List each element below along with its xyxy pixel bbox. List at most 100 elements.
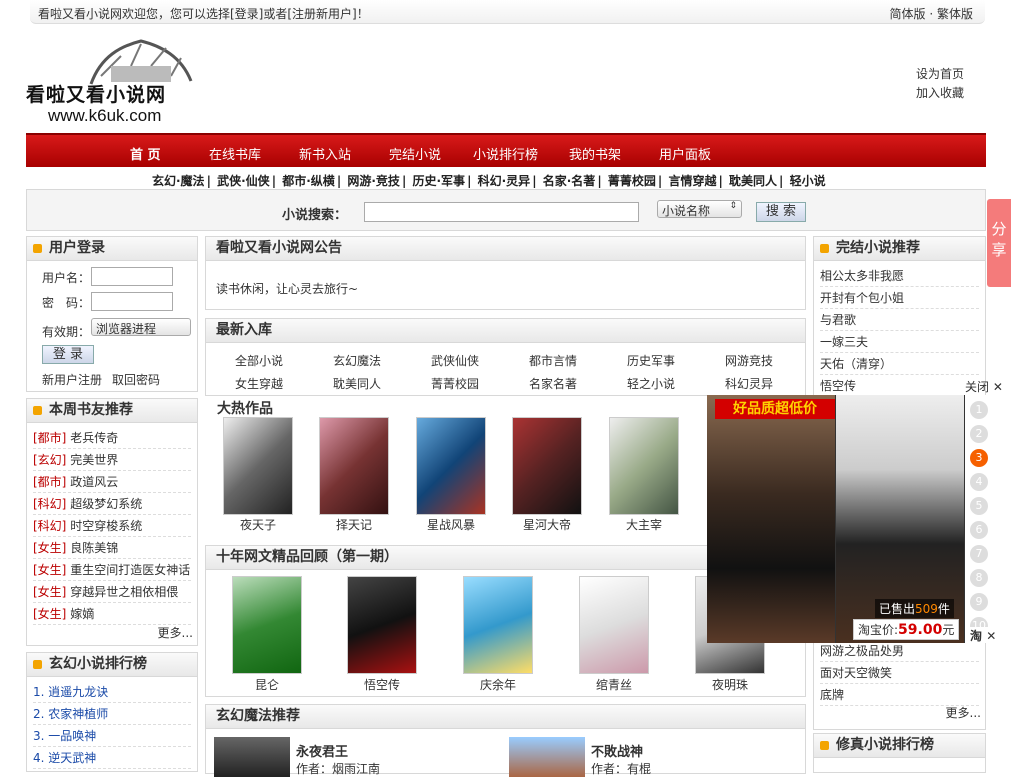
ad-page-dot[interactable]: 2 [970, 425, 988, 443]
book-title[interactable]: 夜明珠 [685, 676, 775, 693]
expire-select[interactable]: 浏览器进程 [91, 318, 191, 336]
book-cover[interactable] [416, 417, 486, 515]
book-cover[interactable] [512, 417, 582, 515]
book-cover[interactable] [579, 576, 649, 674]
list-item[interactable]: [女生] 嫁嫡 [33, 603, 191, 625]
book-title[interactable]: 庆余年 [453, 676, 543, 693]
subnav-item[interactable]: 玄幻·魔法 [152, 174, 205, 188]
book-title[interactable]: 良陈美锦 [70, 541, 118, 555]
book-title[interactable]: 大主宰 [599, 516, 689, 533]
book-title[interactable]: 时空穿梭系统 [70, 519, 142, 533]
book-cover[interactable] [347, 576, 417, 674]
book-title[interactable]: 超级梦幻系统 [70, 497, 142, 511]
book-cover[interactable] [223, 417, 293, 515]
welcome-text[interactable]: 看啦又看小说网欢迎您，您可以选择[登录]或者[注册新用户]！ [38, 5, 369, 22]
ad-page-dot[interactable]: 5 [970, 497, 988, 515]
nav-bookshelf[interactable]: 我的书架 [569, 144, 621, 163]
subnav-item[interactable]: 历史·军事 [413, 174, 466, 188]
category-link[interactable]: 都市言情 [504, 352, 602, 369]
book-title[interactable]: 不敗战神 [591, 741, 643, 760]
book-cover[interactable] [609, 417, 679, 515]
ad-page-dot[interactable]: 6 [970, 521, 988, 539]
search-type-select[interactable]: 小说名称 ⇕ [657, 200, 742, 218]
nav-library[interactable]: 在线书库 [209, 144, 261, 163]
category-link[interactable]: 科幻灵异 [700, 375, 798, 392]
list-item[interactable]: [女生] 重生空间打造医女神话 [33, 559, 191, 581]
book-title[interactable]: 夜天子 [213, 516, 303, 533]
nav-ranking[interactable]: 小说排行榜 [473, 144, 538, 163]
rank-item[interactable]: 4. 逆天武神 [33, 747, 191, 769]
rank-item[interactable]: 3. 一品唤神 [33, 725, 191, 747]
list-item[interactable]: 相公太多非我愿 [820, 265, 979, 287]
ad-page-dot[interactable]: 4 [970, 473, 988, 491]
book-title[interactable]: 老兵传奇 [70, 431, 118, 445]
more-link[interactable]: 更多... [158, 624, 193, 641]
list-item[interactable]: 网游之极品处男 [820, 640, 979, 662]
category-link[interactable]: 网游竞技 [700, 352, 798, 369]
subnav-item[interactable]: 武侠·仙侠 [217, 174, 270, 188]
book-title[interactable]: 绾青丝 [569, 676, 659, 693]
search-button[interactable]: 搜 索 [756, 202, 806, 222]
close-icon[interactable]: ✕ [986, 629, 996, 643]
book-cover[interactable] [232, 576, 302, 674]
login-button[interactable]: 登 录 [42, 345, 94, 364]
forgot-password-link[interactable]: 取回密码 [112, 371, 160, 388]
category-link[interactable]: 耽美同人 [308, 375, 406, 392]
more-link[interactable]: 更多... [946, 704, 981, 721]
subnav-item[interactable]: 耽美同人 [729, 174, 777, 188]
subnav-item[interactable]: 轻小说 [790, 174, 826, 188]
list-item[interactable]: [女生] 良陈美锦 [33, 537, 191, 559]
category-link[interactable]: 历史军事 [602, 352, 700, 369]
book-title[interactable]: 嫁嫡 [70, 607, 94, 621]
book-cover[interactable] [509, 737, 585, 777]
list-item[interactable]: [科幻] 超级梦幻系统 [33, 493, 191, 515]
book-cover[interactable] [463, 576, 533, 674]
ad-page-dot[interactable]: 8 [970, 569, 988, 587]
book-cover[interactable] [319, 417, 389, 515]
list-item[interactable]: 与君歌 [820, 309, 979, 331]
list-item[interactable]: [都市] 老兵传奇 [33, 427, 191, 449]
book-title[interactable]: 昆仑 [222, 676, 312, 693]
category-link[interactable]: 轻之小说 [602, 375, 700, 392]
set-home-link[interactable]: 设为首页 [916, 65, 964, 84]
ad-page-dot[interactable]: 1 [970, 401, 988, 419]
rank-item[interactable]: 1. 逍遥九龙诀 [33, 681, 191, 703]
list-item[interactable]: 开封有个包小姐 [820, 287, 979, 309]
ad-page-dot[interactable]: 3 [970, 449, 988, 467]
list-item[interactable]: 底牌 [820, 684, 979, 706]
nav-user-panel[interactable]: 用户面板 [659, 144, 711, 163]
list-item[interactable]: 悟空传 [820, 375, 979, 397]
list-item[interactable]: 面对天空微笑 [820, 662, 979, 684]
book-title[interactable]: 悟空传 [337, 676, 427, 693]
search-input[interactable] [364, 202, 639, 222]
list-item[interactable]: 天佑（清穿） [820, 353, 979, 375]
nav-home[interactable]: 首 页 [130, 144, 161, 163]
book-title[interactable]: 星战风暴 [406, 516, 496, 533]
share-button[interactable]: 分享 [987, 199, 1011, 287]
category-link[interactable]: 菁菁校园 [406, 375, 504, 392]
language-switch[interactable]: 简体版 · 繁体版 [890, 5, 973, 22]
nav-finished[interactable]: 完结小说 [389, 144, 441, 163]
site-logo[interactable]: 看啦又看小说网 www.k6uk.com [26, 36, 206, 128]
book-title[interactable]: 择天记 [309, 516, 399, 533]
subnav-item[interactable]: 都市·纵横 [282, 174, 335, 188]
ad-close-button[interactable]: 关闭 ✕ [965, 378, 1003, 395]
subnav-item[interactable]: 网游·竞技 [347, 174, 400, 188]
ad-page-dot[interactable]: 9 [970, 593, 988, 611]
register-link[interactable]: 新用户注册 [42, 371, 102, 388]
category-link[interactable]: 全部小说 [210, 352, 308, 369]
book-title[interactable]: 政道风云 [70, 475, 118, 489]
ad-page-dot[interactable]: 7 [970, 545, 988, 563]
category-link[interactable]: 女生穿越 [210, 375, 308, 392]
password-input[interactable] [91, 292, 173, 311]
list-item[interactable]: [女生] 穿越异世之相依相偎 [33, 581, 191, 603]
book-title[interactable]: 完美世界 [70, 453, 118, 467]
category-link[interactable]: 武侠仙侠 [406, 352, 504, 369]
subnav-item[interactable]: 科幻·灵异 [478, 174, 531, 188]
subnav-item[interactable]: 言情穿越 [668, 174, 716, 188]
subnav-item[interactable]: 菁菁校园 [608, 174, 656, 188]
book-cover[interactable] [214, 737, 290, 777]
list-item[interactable]: [科幻] 时空穿梭系统 [33, 515, 191, 537]
book-title[interactable]: 重生空间打造医女神话 [70, 563, 190, 577]
book-title[interactable]: 穿越异世之相依相偎 [70, 585, 178, 599]
